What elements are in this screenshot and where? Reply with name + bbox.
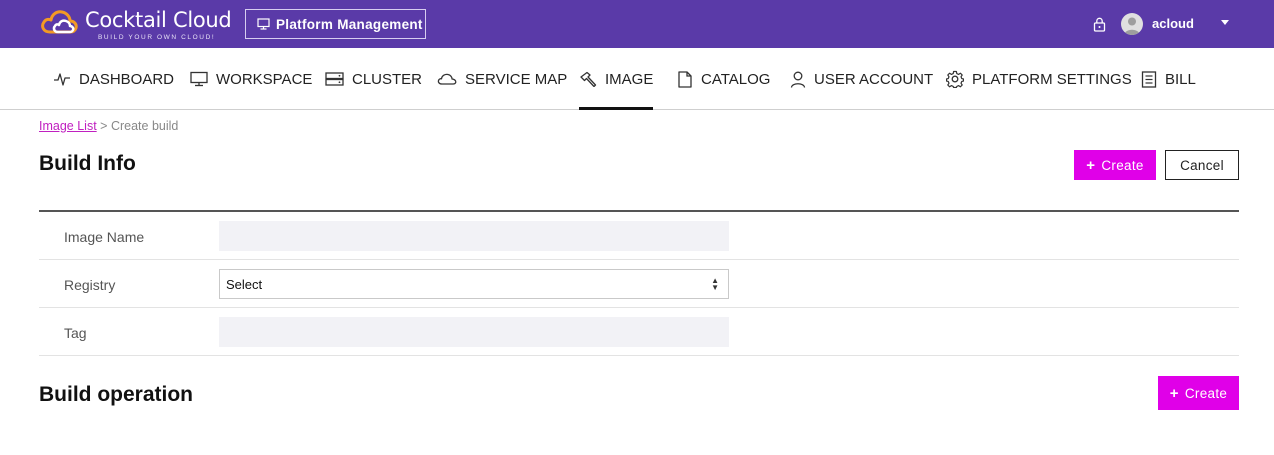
image-name-label: Image Name (64, 229, 145, 245)
logo-tagline: BUILD YOUR OWN CLOUD! (98, 34, 216, 41)
nav-label: IMAGE (605, 70, 654, 88)
nav-item-workspace[interactable]: WORKSPACE (190, 48, 312, 110)
lock-icon[interactable] (1093, 17, 1106, 32)
form-row-tag: Tag (39, 308, 1239, 356)
breadcrumb-link-image-list[interactable]: Image List (39, 119, 97, 133)
cloud-icon (437, 73, 457, 85)
nav-item-dashboard[interactable]: DASHBOARD (53, 48, 174, 110)
platform-management-button[interactable]: Platform Management (245, 9, 426, 39)
logo[interactable]: Cocktail Cloud BUILD YOUR OWN CLOUD! (40, 6, 232, 42)
gear-icon (946, 70, 964, 88)
main-nav: DASHBOARD WORKSPACE CLUSTER SERVICE MAP … (0, 48, 1274, 110)
breadcrumb: Image List > Create build (39, 119, 178, 133)
nav-label: SERVICE MAP (465, 70, 568, 88)
logo-name: Cocktail Cloud (85, 8, 232, 32)
create-label: Create (1101, 157, 1144, 173)
cancel-label: Cancel (1180, 157, 1224, 173)
nav-label: PLATFORM SETTINGS (972, 70, 1132, 88)
username[interactable]: acloud (1152, 16, 1194, 31)
create-label: Create (1184, 385, 1228, 401)
build-info-form: Image Name Registry Select ▲ ▼ Tag (39, 210, 1239, 356)
tag-input[interactable] (219, 317, 729, 347)
form-row-image-name: Image Name (39, 212, 1239, 260)
nav-item-bill[interactable]: BILL (1141, 48, 1196, 110)
build-info-create-button[interactable]: + Create (1074, 150, 1156, 180)
nav-item-service-map[interactable]: SERVICE MAP (437, 48, 567, 110)
nav-label: USER ACCOUNT (814, 70, 934, 88)
nav-item-cluster[interactable]: CLUSTER (325, 48, 422, 110)
nav-label: BILL (1165, 70, 1196, 88)
cocktail-cloud-logo-icon (41, 10, 78, 34)
tag-label: Tag (64, 325, 87, 341)
image-name-input[interactable] (219, 221, 729, 251)
server-icon (325, 72, 344, 86)
nav-item-platform-settings[interactable]: PLATFORM SETTINGS (946, 48, 1132, 110)
cancel-button[interactable]: Cancel (1165, 150, 1239, 180)
plus-icon: + (1169, 384, 1179, 402)
breadcrumb-current: Create build (110, 119, 179, 133)
nav-label: WORKSPACE (216, 70, 313, 88)
user-icon (790, 71, 806, 88)
registry-selected-value: Select (226, 276, 263, 292)
nav-label: DASHBOARD (79, 70, 175, 88)
user-avatar-icon (1124, 17, 1140, 35)
activity-icon (54, 73, 70, 86)
nav-item-image[interactable]: IMAGE (579, 48, 654, 110)
nav-label: CATALOG (701, 70, 771, 88)
registry-label: Registry (64, 277, 116, 293)
document-icon (678, 70, 692, 88)
breadcrumb-separator: > (100, 119, 108, 133)
chevron-down-icon[interactable] (1221, 20, 1229, 25)
select-arrows-icon: ▲ ▼ (711, 276, 719, 292)
nav-item-catalog[interactable]: CATALOG (677, 48, 770, 110)
top-bar: Cocktail Cloud BUILD YOUR OWN CLOUD! Pla… (0, 0, 1274, 48)
nav-label: CLUSTER (352, 70, 423, 88)
build-info-title: Build Info (39, 152, 136, 175)
nav-item-user-account[interactable]: USER ACCOUNT (790, 48, 933, 110)
build-operation-title: Build operation (39, 383, 193, 406)
platform-management-label: Platform Management (276, 16, 423, 32)
plus-icon: + (1086, 156, 1096, 174)
bill-icon (1141, 70, 1157, 88)
build-operation-create-button[interactable]: + Create (1158, 376, 1239, 410)
avatar[interactable] (1121, 13, 1143, 35)
form-row-registry: Registry Select ▲ ▼ (39, 260, 1239, 308)
hammer-icon (580, 71, 597, 87)
monitor-icon (190, 71, 208, 87)
registry-select[interactable]: Select ▲ ▼ (219, 269, 729, 299)
monitor-icon (257, 18, 270, 30)
